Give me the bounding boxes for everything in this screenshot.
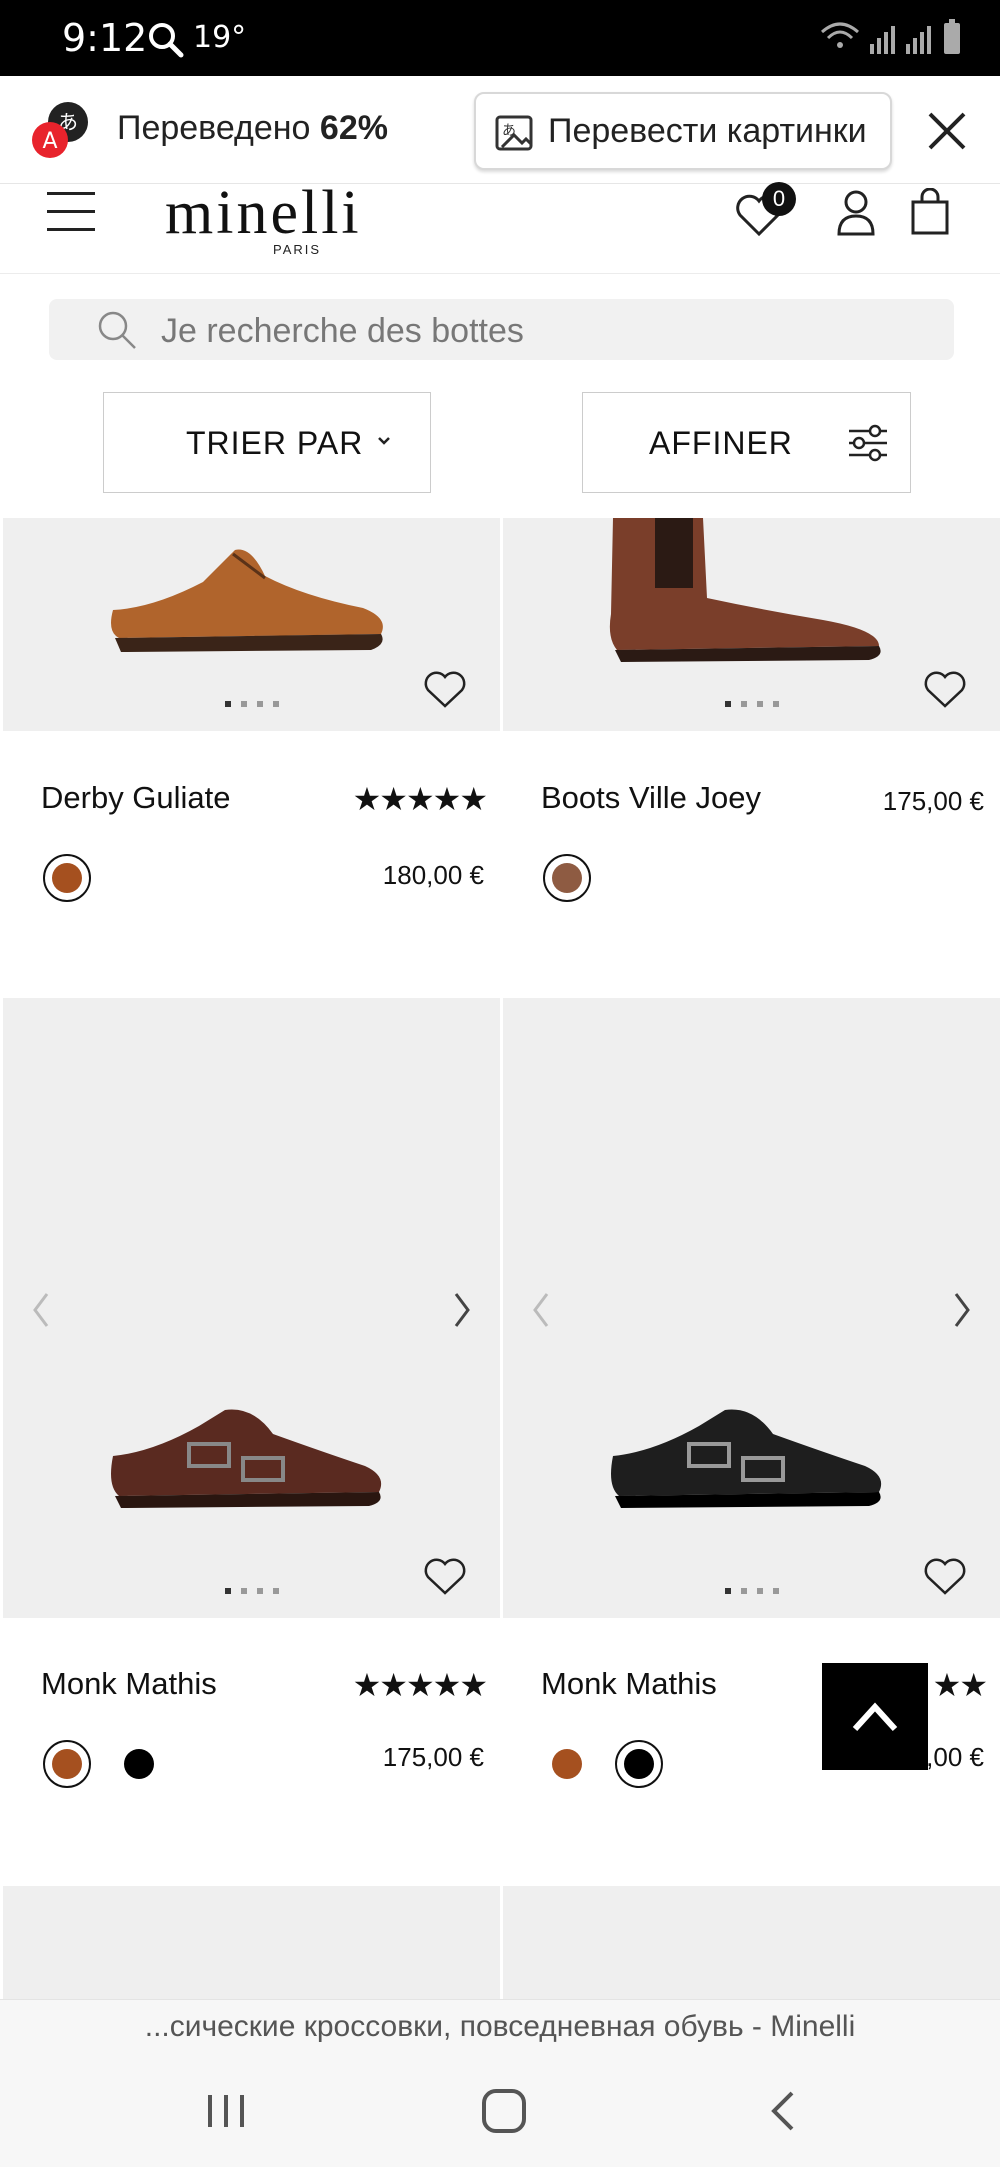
menu-icon[interactable] bbox=[47, 192, 97, 236]
color-swatch[interactable] bbox=[543, 854, 591, 902]
heart-icon[interactable] bbox=[422, 1555, 468, 1597]
recents-icon[interactable] bbox=[196, 2085, 256, 2137]
logo-subtitle: PARIS bbox=[273, 242, 322, 257]
search-placeholder: Je recherche des bottes bbox=[161, 312, 524, 350]
translation-status: Переведено 62% bbox=[117, 109, 388, 148]
color-swatch[interactable] bbox=[115, 1740, 163, 1788]
search-icon bbox=[98, 311, 136, 349]
chevron-down-icon bbox=[378, 437, 390, 445]
bag-icon[interactable] bbox=[910, 188, 950, 236]
page-title: ...сические кроссовки, повседневная обув… bbox=[144, 2010, 856, 2043]
product-price: 175,00 € bbox=[882, 786, 984, 816]
color-swatch[interactable] bbox=[43, 1740, 91, 1788]
product-price: 175,00 € bbox=[382, 1742, 484, 1772]
status-time: 9:12 bbox=[62, 16, 148, 60]
color-swatch[interactable] bbox=[43, 854, 91, 902]
close-icon[interactable] bbox=[922, 106, 972, 156]
sliders-icon bbox=[849, 424, 887, 462]
shoe-image bbox=[611, 1409, 882, 1508]
system-navigation-bar bbox=[0, 2055, 1000, 2167]
product-image[interactable] bbox=[3, 518, 500, 731]
product-image[interactable] bbox=[3, 1886, 500, 1999]
search-icon bbox=[149, 23, 184, 58]
logo[interactable]: minelli bbox=[165, 178, 362, 249]
battery-icon bbox=[944, 19, 960, 54]
product-image[interactable] bbox=[3, 998, 500, 1618]
translation-percent: 62% bbox=[319, 109, 388, 147]
image-translate-icon: あ bbox=[495, 115, 533, 151]
shoe-image bbox=[111, 1409, 382, 1508]
wifi-icon bbox=[821, 22, 859, 48]
status-temperature: 19° bbox=[193, 20, 247, 55]
product-image[interactable] bbox=[503, 518, 1000, 731]
product-card[interactable]: Boots Ville Joey 175,00 € bbox=[503, 518, 1000, 978]
signal-icon bbox=[870, 26, 931, 54]
product-price: 180,00 € bbox=[382, 860, 484, 890]
translate-app-icon[interactable]: あ A bbox=[28, 98, 92, 162]
refine-button[interactable]: AFFINER bbox=[582, 392, 911, 493]
wishlist-count-badge: 0 bbox=[762, 182, 796, 216]
user-icon[interactable] bbox=[836, 188, 876, 236]
sort-button[interactable]: TRIER PAR bbox=[103, 392, 431, 493]
heart-icon[interactable] bbox=[422, 668, 468, 710]
product-card[interactable]: Monk Mathis ★★★★★ 175,00 € bbox=[3, 998, 500, 1888]
status-icons bbox=[821, 19, 960, 54]
translation-status-prefix: Переведено bbox=[117, 109, 311, 147]
svg-text:A: A bbox=[42, 129, 57, 154]
product-name[interactable]: Boots Ville Joey bbox=[541, 780, 761, 816]
chevron-up-icon bbox=[852, 1702, 898, 1732]
color-swatch[interactable] bbox=[543, 1740, 591, 1788]
product-card[interactable]: Derby Guliate ★★★★★ 180,00 € bbox=[3, 518, 500, 978]
home-icon[interactable] bbox=[474, 2085, 534, 2137]
browser-page-title-bar: ...сические кроссовки, повседневная обув… bbox=[0, 1999, 1000, 2055]
product-name[interactable]: Monk Mathis bbox=[541, 1666, 717, 1702]
rating-stars: ★★ bbox=[932, 1667, 988, 1703]
product-image[interactable] bbox=[503, 1886, 1000, 1999]
product-name[interactable]: Monk Mathis bbox=[41, 1666, 217, 1702]
rating-stars: ★★★★★ bbox=[352, 1667, 488, 1703]
refine-label: AFFINER bbox=[649, 425, 793, 461]
status-bar: 9:12 19° bbox=[0, 0, 1000, 76]
translation-bar: あ A Переведено 62% あ Перевести картинки bbox=[0, 76, 1000, 184]
product-price: ,00 € bbox=[926, 1742, 984, 1772]
color-swatch[interactable] bbox=[615, 1740, 663, 1788]
scroll-to-top-button[interactable] bbox=[822, 1663, 928, 1770]
product-name[interactable]: Derby Guliate bbox=[41, 780, 231, 816]
search-input[interactable]: Je recherche des bottes bbox=[49, 299, 954, 360]
product-image[interactable] bbox=[503, 998, 1000, 1618]
translate-images-button[interactable]: あ Перевести картинки bbox=[474, 92, 892, 170]
translate-images-label: Перевести картинки bbox=[548, 112, 867, 150]
heart-icon[interactable] bbox=[922, 668, 968, 710]
heart-icon[interactable] bbox=[922, 1555, 968, 1597]
back-icon[interactable] bbox=[754, 2085, 814, 2137]
site-header: minelli PARIS 0 bbox=[0, 179, 1000, 274]
sort-label: TRIER PAR bbox=[186, 425, 364, 461]
rating-stars: ★★★★★ bbox=[352, 781, 488, 817]
